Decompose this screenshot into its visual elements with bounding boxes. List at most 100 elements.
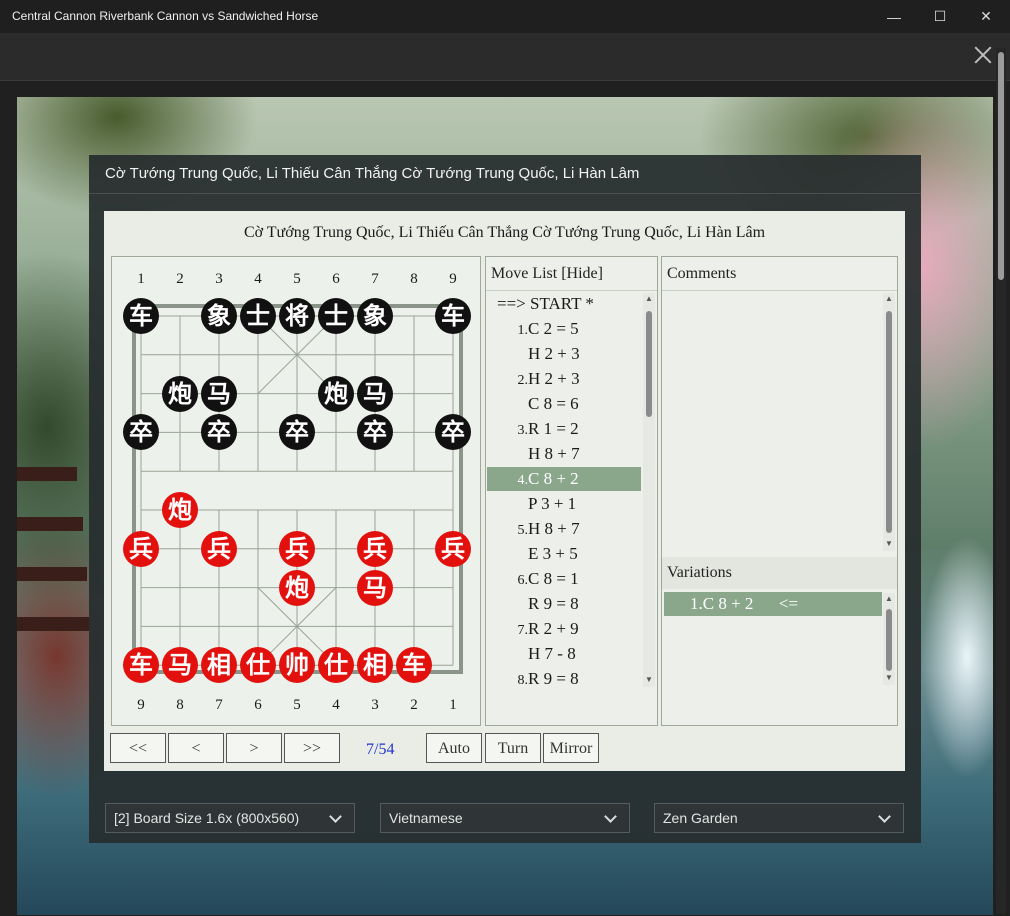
comments-panel: Comments ▲ ▼ Variations 1.C 8 + 2 <= ▲ ▼ <box>661 256 898 726</box>
red-piece[interactable]: 仕 <box>318 647 354 684</box>
first-move-button[interactable]: << <box>110 733 166 763</box>
chevron-down-icon <box>604 810 617 823</box>
move-list-item[interactable]: E 3 + 5 <box>487 542 641 566</box>
black-piece[interactable]: 车 <box>435 298 471 334</box>
scroll-up-icon[interactable]: ▲ <box>645 294 653 303</box>
window-titlebar: Central Cannon Riverbank Cannon vs Sandw… <box>0 0 1010 34</box>
scroll-up-icon[interactable]: ▲ <box>885 594 893 603</box>
move-list-scrollbar[interactable]: ▲ ▼ <box>643 293 655 687</box>
theme-select[interactable]: Zen Garden <box>654 803 904 833</box>
file-label: 7 <box>371 271 379 287</box>
red-piece[interactable]: 兵 <box>123 530 159 567</box>
red-piece[interactable]: 兵 <box>357 530 393 567</box>
minimize-button[interactable]: — <box>871 0 917 33</box>
comments-scrollbar-thumb[interactable] <box>886 311 892 533</box>
game-heading: Cờ Tướng Trung Quốc, Li Thiếu Cân Thắng … <box>243 224 766 241</box>
move-notation: R 9 = 8 <box>528 594 579 613</box>
move-list-item[interactable]: 6.C 8 = 1 <box>487 567 641 591</box>
file-label: 4 <box>254 271 262 287</box>
move-list-header[interactable]: Move List [Hide] <box>491 265 603 283</box>
move-list-item[interactable]: 5.H 8 + 7 <box>487 517 641 541</box>
red-piece[interactable]: 车 <box>123 647 159 684</box>
move-list-item[interactable]: ==> START * <box>487 292 641 316</box>
move-number: 6. <box>517 573 529 588</box>
move-list-item[interactable]: H 2 + 3 <box>487 342 641 366</box>
black-piece[interactable]: 象 <box>201 298 237 334</box>
file-label: 2 <box>410 697 418 713</box>
maximize-button[interactable]: ☐ <box>917 0 963 33</box>
last-move-button[interactable]: >> <box>284 733 340 763</box>
red-piece[interactable]: 炮 <box>162 492 198 528</box>
red-piece[interactable]: 马 <box>357 569 393 606</box>
red-piece[interactable]: 相 <box>357 647 393 684</box>
move-notation: C 8 + 2 <box>528 469 579 488</box>
red-piece[interactable]: 仕 <box>240 647 276 684</box>
move-list-item[interactable]: P 3 + 1 <box>487 492 641 516</box>
black-piece[interactable]: 炮 <box>162 375 198 412</box>
page-scrollbar-thumb[interactable] <box>998 52 1004 280</box>
next-move-button[interactable]: > <box>226 733 282 763</box>
move-list-item[interactable]: H 8 + 7 <box>487 442 641 466</box>
close-viewer-icon[interactable] <box>972 44 994 66</box>
board-size-select[interactable]: [2] Board Size 1.6x (800x560) <box>105 803 355 833</box>
move-number: 7. <box>517 623 529 638</box>
comments-divider <box>662 290 897 291</box>
file-label: 8 <box>410 271 418 287</box>
black-piece[interactable]: 象 <box>357 298 393 334</box>
move-list-item[interactable]: 2.H 2 + 3 <box>487 367 641 391</box>
file-label: 9 <box>137 697 145 713</box>
move-number: 3. <box>517 423 529 438</box>
black-piece[interactable]: 士 <box>318 298 354 334</box>
turn-board-button[interactable]: Turn <box>485 733 541 763</box>
scroll-down-icon[interactable]: ▼ <box>885 673 893 682</box>
move-list-scrollbar-thumb[interactable] <box>646 311 652 417</box>
file-label: 2 <box>176 271 184 287</box>
window-close-icon: ✕ <box>980 8 992 24</box>
prev-move-button[interactable]: < <box>168 733 224 763</box>
black-piece[interactable]: 炮 <box>318 375 354 412</box>
red-piece[interactable]: 兵 <box>201 530 237 567</box>
move-list-item[interactable]: R 9 = 8 <box>487 592 641 616</box>
move-notation: H 2 + 3 <box>528 344 580 363</box>
red-piece[interactable]: 车 <box>396 647 432 684</box>
move-list-item[interactable]: 7.R 2 + 9 <box>487 617 641 641</box>
red-piece[interactable]: 马 <box>162 647 198 684</box>
black-piece[interactable]: 士 <box>240 298 276 334</box>
variations-scrollbar-thumb[interactable] <box>886 609 892 671</box>
move-list-item[interactable]: H 7 - 8 <box>487 642 641 666</box>
mirror-board-button[interactable]: Mirror <box>543 733 599 763</box>
black-piece[interactable]: 马 <box>357 375 393 412</box>
red-piece[interactable]: 相 <box>201 647 237 684</box>
move-notation: H 7 - 8 <box>528 644 576 663</box>
window-close-button[interactable]: ✕ <box>963 0 1009 33</box>
chevron-down-icon <box>878 810 891 823</box>
variation-row[interactable]: 1.C 8 + 2 <= <box>664 592 882 616</box>
file-label: 8 <box>176 697 184 713</box>
black-piece[interactable]: 马 <box>201 375 237 412</box>
auto-play-button[interactable]: Auto <box>426 733 482 763</box>
xiangqi-board[interactable]: 123456789 987654321 车象士将士象车炮马炮马卒卒卒卒卒炮兵兵兵… <box>111 256 481 726</box>
black-piece[interactable]: 车 <box>123 298 159 334</box>
red-piece[interactable]: 兵 <box>435 530 471 567</box>
move-list-item[interactable]: 3.R 1 = 2 <box>487 417 641 441</box>
move-notation: R 1 = 2 <box>528 419 579 438</box>
top-toolbar <box>0 33 1010 81</box>
move-notation: H 8 + 7 <box>528 519 580 538</box>
move-list-item[interactable]: 4.C 8 + 2 <box>487 467 641 491</box>
comments-scrollbar[interactable]: ▲ ▼ <box>883 293 895 551</box>
language-select[interactable]: Vietnamese <box>380 803 630 833</box>
scroll-up-icon[interactable]: ▲ <box>885 294 893 303</box>
scroll-down-icon[interactable]: ▼ <box>645 675 653 684</box>
red-piece[interactable]: 帅 <box>279 647 315 684</box>
black-piece[interactable]: 将 <box>279 298 315 334</box>
scroll-down-icon[interactable]: ▼ <box>885 539 893 548</box>
move-list-item[interactable]: 8.R 9 = 8 <box>487 667 641 691</box>
variations-scrollbar[interactable]: ▲ ▼ <box>883 593 895 685</box>
move-notation: E 3 + 5 <box>528 544 578 563</box>
page-scrollbar[interactable] <box>996 48 1006 914</box>
red-piece[interactable]: 炮 <box>279 569 315 606</box>
move-list-item[interactable]: C 8 = 6 <box>487 392 641 416</box>
move-list-item[interactable]: 1.C 2 = 5 <box>487 317 641 341</box>
move-number: 4. <box>517 473 529 488</box>
red-piece[interactable]: 兵 <box>279 530 315 567</box>
